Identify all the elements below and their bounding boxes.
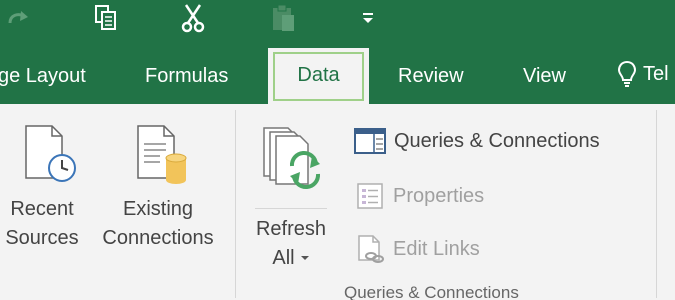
queries-connections-icon [354,128,386,154]
ribbon-tabs: ge Layout Formulas Data Review View Tel [0,44,675,104]
tab-tell-me[interactable]: Tel [617,44,669,104]
tab-formulas[interactable]: Formulas [145,44,228,104]
group-label-queries-connections: Queries & Connections [344,283,519,300]
tab-view[interactable]: View [523,44,566,104]
cut-icon[interactable] [178,0,208,36]
customize-toolbar-icon[interactable] [358,0,378,36]
tab-data[interactable]: Data [268,48,369,104]
queries-connections-button[interactable]: Queries & Connections [354,125,600,157]
edit-links-icon [358,235,384,263]
chevron-down-icon [300,256,309,260]
recent-sources-button[interactable]: Recent Sources [4,120,88,260]
tab-review[interactable]: Review [398,44,464,104]
tab-page-layout[interactable]: ge Layout [0,44,86,104]
edit-links-label: Edit Links [393,237,480,260]
edit-links-button[interactable]: Edit Links [357,233,480,265]
existing-connections-icon [137,125,187,184]
properties-button[interactable]: Properties [357,180,484,212]
properties-icon [357,183,383,209]
group-divider [235,110,236,298]
recent-sources-icon [25,125,76,182]
tab-tell-me-label: Tel [643,62,669,85]
tab-focus-ring [273,52,364,101]
queries-connections-label: Queries & Connections [394,129,600,152]
group-divider-right [656,110,657,298]
recent-sources-label-1: Recent [10,198,74,220]
paste-icon[interactable] [268,0,298,36]
lightbulb-icon [617,60,637,87]
refresh-all-label-1: Refresh [255,218,327,240]
refresh-all-separator [255,208,327,209]
refresh-all-dropdown[interactable]: All [250,243,332,273]
recent-sources-label-2: Sources [5,227,79,249]
existing-connections-label-2: Connections [102,227,214,249]
existing-connections-button[interactable]: Existing Connections [96,120,220,260]
refresh-all-label-2: All [272,246,295,269]
quick-access-toolbar [0,0,675,44]
properties-label: Properties [393,184,485,207]
refresh-all-icon [263,127,321,189]
redo-icon[interactable] [4,0,34,36]
existing-connections-label-1: Existing [122,198,194,220]
copy-icon[interactable] [92,0,120,36]
